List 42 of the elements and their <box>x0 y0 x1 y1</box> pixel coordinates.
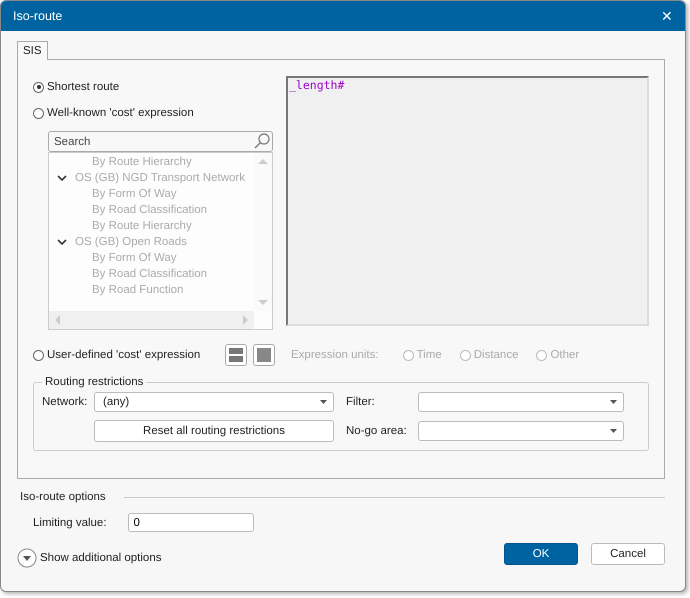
horizontal-scrollbar[interactable] <box>49 311 254 329</box>
close-button[interactable]: ✕ <box>649 1 685 31</box>
radio-label: Well-known 'cost' expression <box>47 107 194 119</box>
square-icon <box>257 348 271 362</box>
expand-circle-icon <box>17 548 37 568</box>
tab[interactable]: SIS <box>17 41 48 60</box>
search-icon <box>253 132 271 150</box>
field-label: Filter: <box>345 396 376 408</box>
window-title: Iso-route <box>13 9 62 23</box>
radio-label: Other <box>550 349 580 361</box>
radio-label: Time <box>416 349 442 361</box>
show-options-toggle[interactable]: Show additional options <box>17 548 162 568</box>
radio-button[interactable] <box>33 350 44 360</box>
radio-label: Shortest route <box>47 81 120 93</box>
field-label: Network: <box>42 396 88 408</box>
dropdown-arrow-icon <box>320 400 327 404</box>
radio-label: User-defined 'cost' expression <box>47 349 200 361</box>
section-title: Iso-route options <box>20 491 106 503</box>
ok-button[interactable]: OK <box>504 543 578 565</box>
field-label: No-go area: <box>345 425 408 437</box>
layout-button[interactable] <box>253 344 275 366</box>
expression-text: _length# <box>289 78 344 92</box>
chevron-down-icon[interactable] <box>57 174 67 182</box>
limiting-value-field[interactable]: 0 <box>128 513 254 532</box>
no-go-area-dropdown[interactable] <box>418 421 624 441</box>
dropdown-arrow-icon <box>610 400 617 404</box>
radio-button[interactable] <box>33 82 44 92</box>
cancel-button[interactable]: Cancel <box>591 543 665 565</box>
dropdown-arrow-icon <box>610 429 617 433</box>
network-dropdown[interactable]: (any) <box>94 392 334 412</box>
split-icon <box>229 348 243 362</box>
reset-button[interactable]: Reset all routing restrictions <box>94 420 334 442</box>
radio-label: Distance <box>474 349 518 361</box>
layout-button[interactable] <box>225 344 247 366</box>
chevron-down-icon[interactable] <box>57 238 67 246</box>
group-title: Routing restrictions <box>44 376 144 388</box>
units-label: Expression units: <box>291 349 379 361</box>
search-field[interactable]: Search <box>48 131 273 152</box>
field-label: Limiting value: <box>33 516 107 528</box>
radio-button[interactable] <box>33 108 44 118</box>
filter-dropdown[interactable] <box>418 392 624 412</box>
expression-editor[interactable]: _length# <box>286 76 649 326</box>
